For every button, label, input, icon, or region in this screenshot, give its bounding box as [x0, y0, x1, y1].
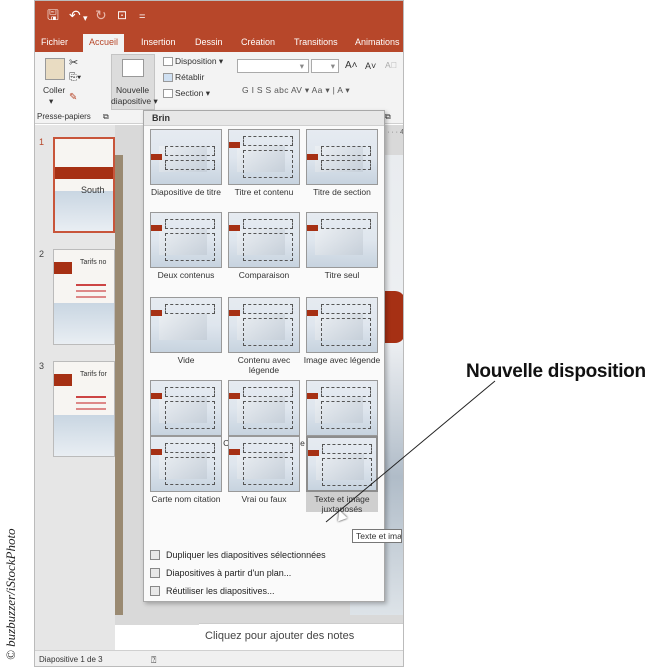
callout-leader-line	[325, 380, 496, 523]
screenshot: © buzbuzzer/iStockPhoto 🖫 ↶ ▾ ↻ ⊡ = Fich…	[0, 0, 668, 667]
callout-label: Nouvelle disposition	[466, 361, 646, 382]
